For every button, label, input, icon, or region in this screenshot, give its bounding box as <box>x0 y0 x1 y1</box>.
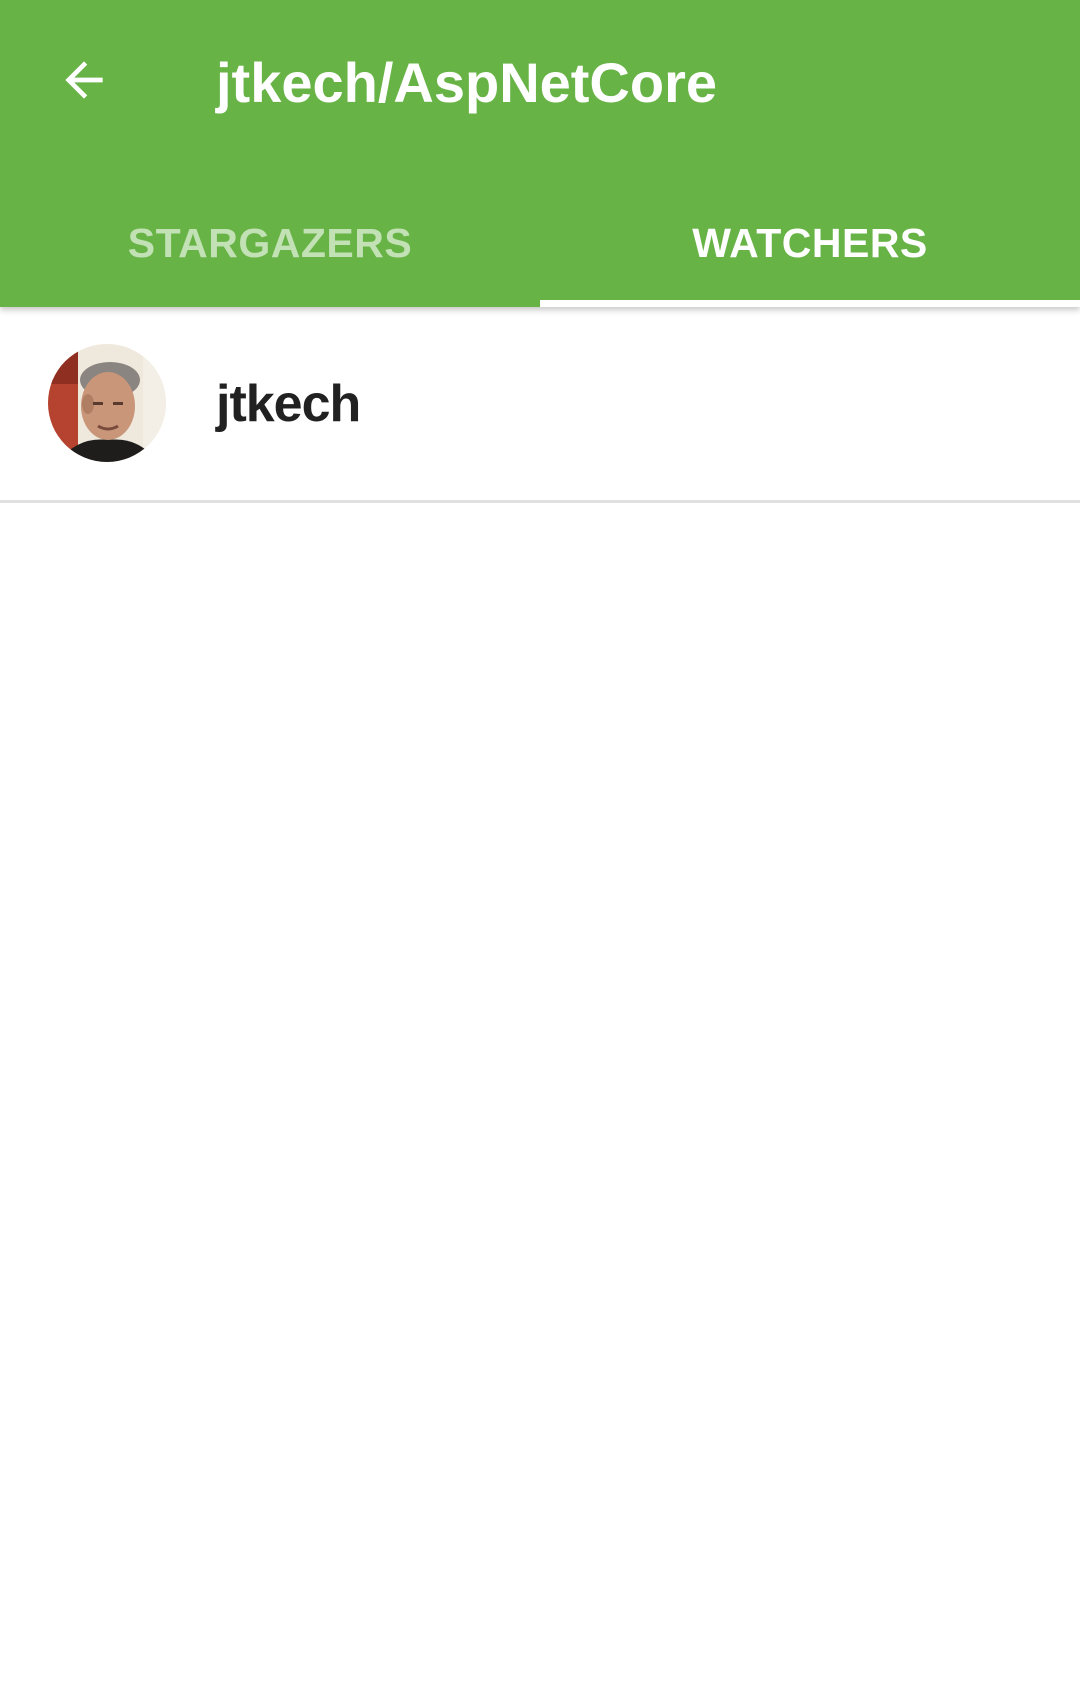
arrow-back-icon <box>65 61 103 99</box>
tab-watchers[interactable]: WATCHERS <box>540 180 1080 307</box>
page-title: jtkech/AspNetCore <box>216 51 718 114</box>
watcher-username: jtkech <box>216 375 361 433</box>
avatar <box>48 344 166 462</box>
tab-bar: STARGAZERS WATCHERS <box>0 180 1080 307</box>
selected-tab-indicator <box>540 300 1080 307</box>
user-avatar-image <box>48 344 166 462</box>
back-button[interactable] <box>48 44 120 116</box>
tab-watchers-label: WATCHERS <box>692 220 928 266</box>
watchers-list: jtkech <box>0 307 1080 503</box>
tab-stargazers-label: STARGAZERS <box>127 220 413 266</box>
tab-stargazers[interactable]: STARGAZERS <box>0 180 540 307</box>
list-item[interactable]: jtkech <box>0 307 1080 503</box>
app-bar: jtkech/AspNetCore STARGAZERS WATCHERS <box>0 0 1080 307</box>
app-screen: jtkech/AspNetCore STARGAZERS WATCHERS jt… <box>0 0 1080 1699</box>
